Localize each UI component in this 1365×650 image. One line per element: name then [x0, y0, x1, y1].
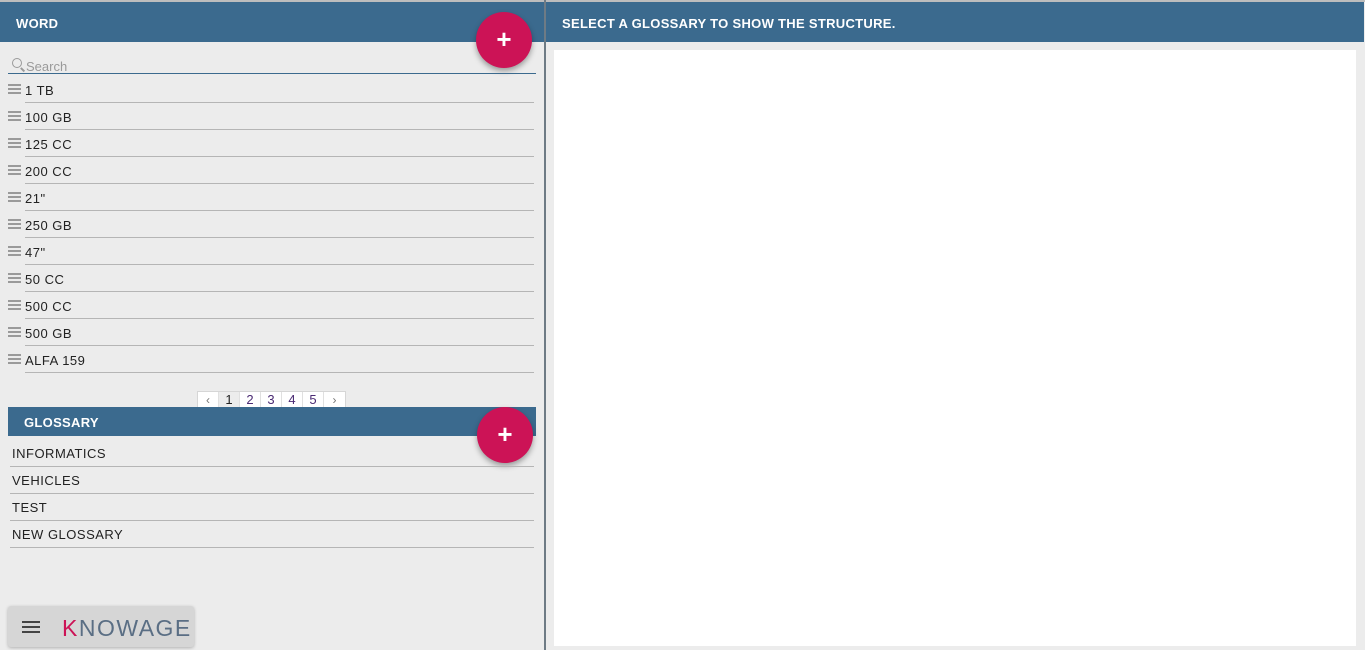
word-label: 250 GB	[25, 218, 73, 233]
page-button-5[interactable]: 5	[303, 392, 324, 408]
drag-handle-icon[interactable]	[8, 165, 21, 175]
glossary-label: NEW GLOSSARY	[12, 527, 124, 542]
page-button-1[interactable]: 1	[219, 392, 240, 408]
word-glossary-panel: WORD + 1 TB 100 GB 125 CC 200 CC 21"	[0, 0, 544, 650]
word-label: 500 CC	[25, 299, 73, 314]
drag-handle-icon[interactable]	[8, 354, 21, 364]
drag-handle-icon[interactable]	[8, 111, 21, 121]
list-item[interactable]: NEW GLOSSARY	[8, 521, 536, 548]
word-label: 100 GB	[25, 110, 73, 125]
glossary-label: VEHICLES	[12, 473, 81, 488]
search-input[interactable]	[26, 59, 526, 73]
drag-handle-icon[interactable]	[8, 327, 21, 337]
next-page-button[interactable]: ›	[324, 392, 345, 408]
word-title: WORD	[16, 16, 59, 31]
list-item[interactable]: INFORMATICS	[8, 440, 536, 467]
divider	[10, 547, 534, 548]
list-item[interactable]: 250 GB	[8, 211, 536, 238]
list-item[interactable]: 50 CC	[8, 265, 536, 292]
word-label: 125 CC	[25, 137, 73, 152]
glossary-list: INFORMATICS VEHICLES TEST NEW GLOSSARY	[8, 440, 536, 548]
drag-handle-icon[interactable]	[8, 192, 21, 202]
drag-handle-icon[interactable]	[8, 273, 21, 283]
divider	[25, 372, 534, 373]
glossary-label: TEST	[12, 500, 48, 515]
list-item[interactable]: 47"	[8, 238, 536, 265]
prev-page-button[interactable]: ‹	[198, 392, 219, 408]
word-label: 47"	[25, 245, 46, 260]
list-item[interactable]: 500 CC	[8, 292, 536, 319]
word-label: 200 CC	[25, 164, 73, 179]
word-label: 1 TB	[25, 83, 55, 98]
drag-handle-icon[interactable]	[8, 84, 21, 94]
drag-handle-icon[interactable]	[8, 219, 21, 229]
glossary-label: INFORMATICS	[12, 446, 107, 461]
structure-canvas	[554, 50, 1356, 646]
word-label: 21"	[25, 191, 46, 206]
page-button-3[interactable]: 3	[261, 392, 282, 408]
structure-title: SELECT A GLOSSARY TO SHOW THE STRUCTURE.	[562, 16, 896, 31]
drag-handle-icon[interactable]	[8, 300, 21, 310]
drag-handle-icon[interactable]	[8, 138, 21, 148]
brand-bar: KNOWAGE	[8, 606, 194, 647]
list-item[interactable]: 125 CC	[8, 130, 536, 157]
word-header: WORD	[0, 2, 544, 42]
list-item[interactable]: TEST	[8, 494, 536, 521]
word-label: 50 CC	[25, 272, 65, 287]
list-item[interactable]: VEHICLES	[8, 467, 536, 494]
structure-panel: SELECT A GLOSSARY TO SHOW THE STRUCTURE.	[546, 0, 1365, 650]
page-button-2[interactable]: 2	[240, 392, 261, 408]
list-item[interactable]: 500 GB	[8, 319, 536, 346]
list-item[interactable]: ALFA 159	[8, 346, 536, 373]
word-label: ALFA 159	[25, 353, 86, 368]
glossary-header: GLOSSARY	[8, 407, 536, 436]
list-item[interactable]: 1 TB	[8, 76, 536, 103]
page-button-4[interactable]: 4	[282, 392, 303, 408]
hamburger-icon[interactable]	[22, 621, 40, 633]
knowage-logo: KNOWAGE	[62, 615, 192, 641]
glossary-title: GLOSSARY	[24, 415, 99, 430]
word-label: 500 GB	[25, 326, 73, 341]
list-item[interactable]: 100 GB	[8, 103, 536, 130]
drag-handle-icon[interactable]	[8, 246, 21, 256]
list-item[interactable]: 21"	[8, 184, 536, 211]
word-search	[8, 56, 536, 74]
list-item[interactable]: 200 CC	[8, 157, 536, 184]
word-list: 1 TB 100 GB 125 CC 200 CC 21" 250 GB 47"…	[8, 76, 536, 373]
structure-header: SELECT A GLOSSARY TO SHOW THE STRUCTURE.	[546, 2, 1364, 42]
search-icon	[12, 58, 22, 68]
